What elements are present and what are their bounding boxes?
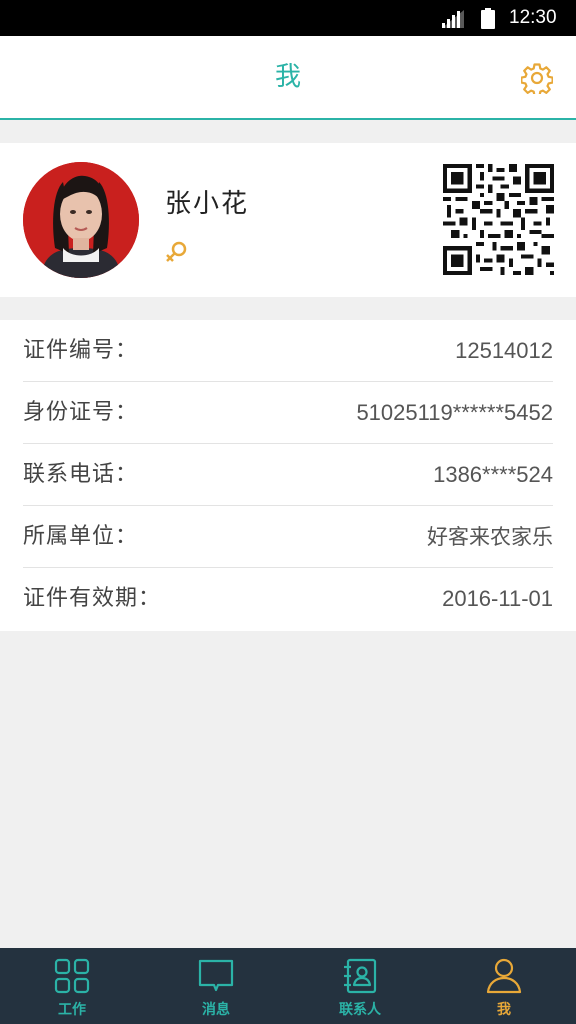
info-list: 证件编号： 12514012 身份证号： 51025119******5452 … xyxy=(0,320,576,631)
row-label: 联系电话： xyxy=(23,462,139,487)
grid-icon xyxy=(54,958,90,994)
avatar-photo xyxy=(23,162,139,278)
list-item: 证件编号： 12514012 xyxy=(23,320,553,382)
status-bar: 12:30 xyxy=(0,0,576,36)
profile-card: 张小花 xyxy=(0,143,576,297)
header: 我 xyxy=(0,36,576,120)
row-value: 好客来农家乐 xyxy=(427,525,553,549)
page-title: 我 xyxy=(274,62,301,92)
contacts-book-icon xyxy=(344,958,377,994)
user-name: 张小花 xyxy=(165,189,250,219)
row-label: 身份证号： xyxy=(23,400,139,425)
gear-icon[interactable] xyxy=(521,62,553,94)
tab-messages[interactable]: 消息 xyxy=(144,948,288,1024)
row-value: 12514012 xyxy=(455,338,553,363)
avatar xyxy=(23,162,139,278)
row-label: 证件编号： xyxy=(23,338,139,363)
list-item: 证件有效期： 2016-11-01 xyxy=(23,568,553,630)
row-label: 所属单位： xyxy=(23,524,139,549)
person-icon xyxy=(486,958,522,994)
row-value: 51025119******5452 xyxy=(356,400,553,425)
tab-work[interactable]: 工作 xyxy=(0,948,144,1024)
tab-label: 我 xyxy=(497,1002,511,1018)
battery-icon xyxy=(481,8,495,29)
list-item: 所属单位： 好客来农家乐 xyxy=(23,506,553,568)
tab-label: 工作 xyxy=(58,1002,86,1018)
tab-label: 消息 xyxy=(202,1002,230,1018)
female-symbol-icon xyxy=(166,241,187,262)
chat-bubble-icon xyxy=(198,959,234,992)
signal-icon xyxy=(442,10,464,28)
bottom-tab-bar: 工作 消息 联系人 我 xyxy=(0,948,576,1024)
row-value: 1386****524 xyxy=(433,462,553,487)
list-item: 身份证号： 51025119******5452 xyxy=(23,382,553,444)
row-value: 2016-11-01 xyxy=(442,586,553,611)
status-time: 12:30 xyxy=(509,7,557,28)
qr-code-icon[interactable] xyxy=(443,164,554,275)
row-label: 证件有效期： xyxy=(23,586,162,611)
tab-label: 联系人 xyxy=(339,1002,381,1018)
tab-me[interactable]: 我 xyxy=(432,948,576,1024)
tab-contacts[interactable]: 联系人 xyxy=(288,948,432,1024)
list-item: 联系电话： 1386****524 xyxy=(23,444,553,506)
